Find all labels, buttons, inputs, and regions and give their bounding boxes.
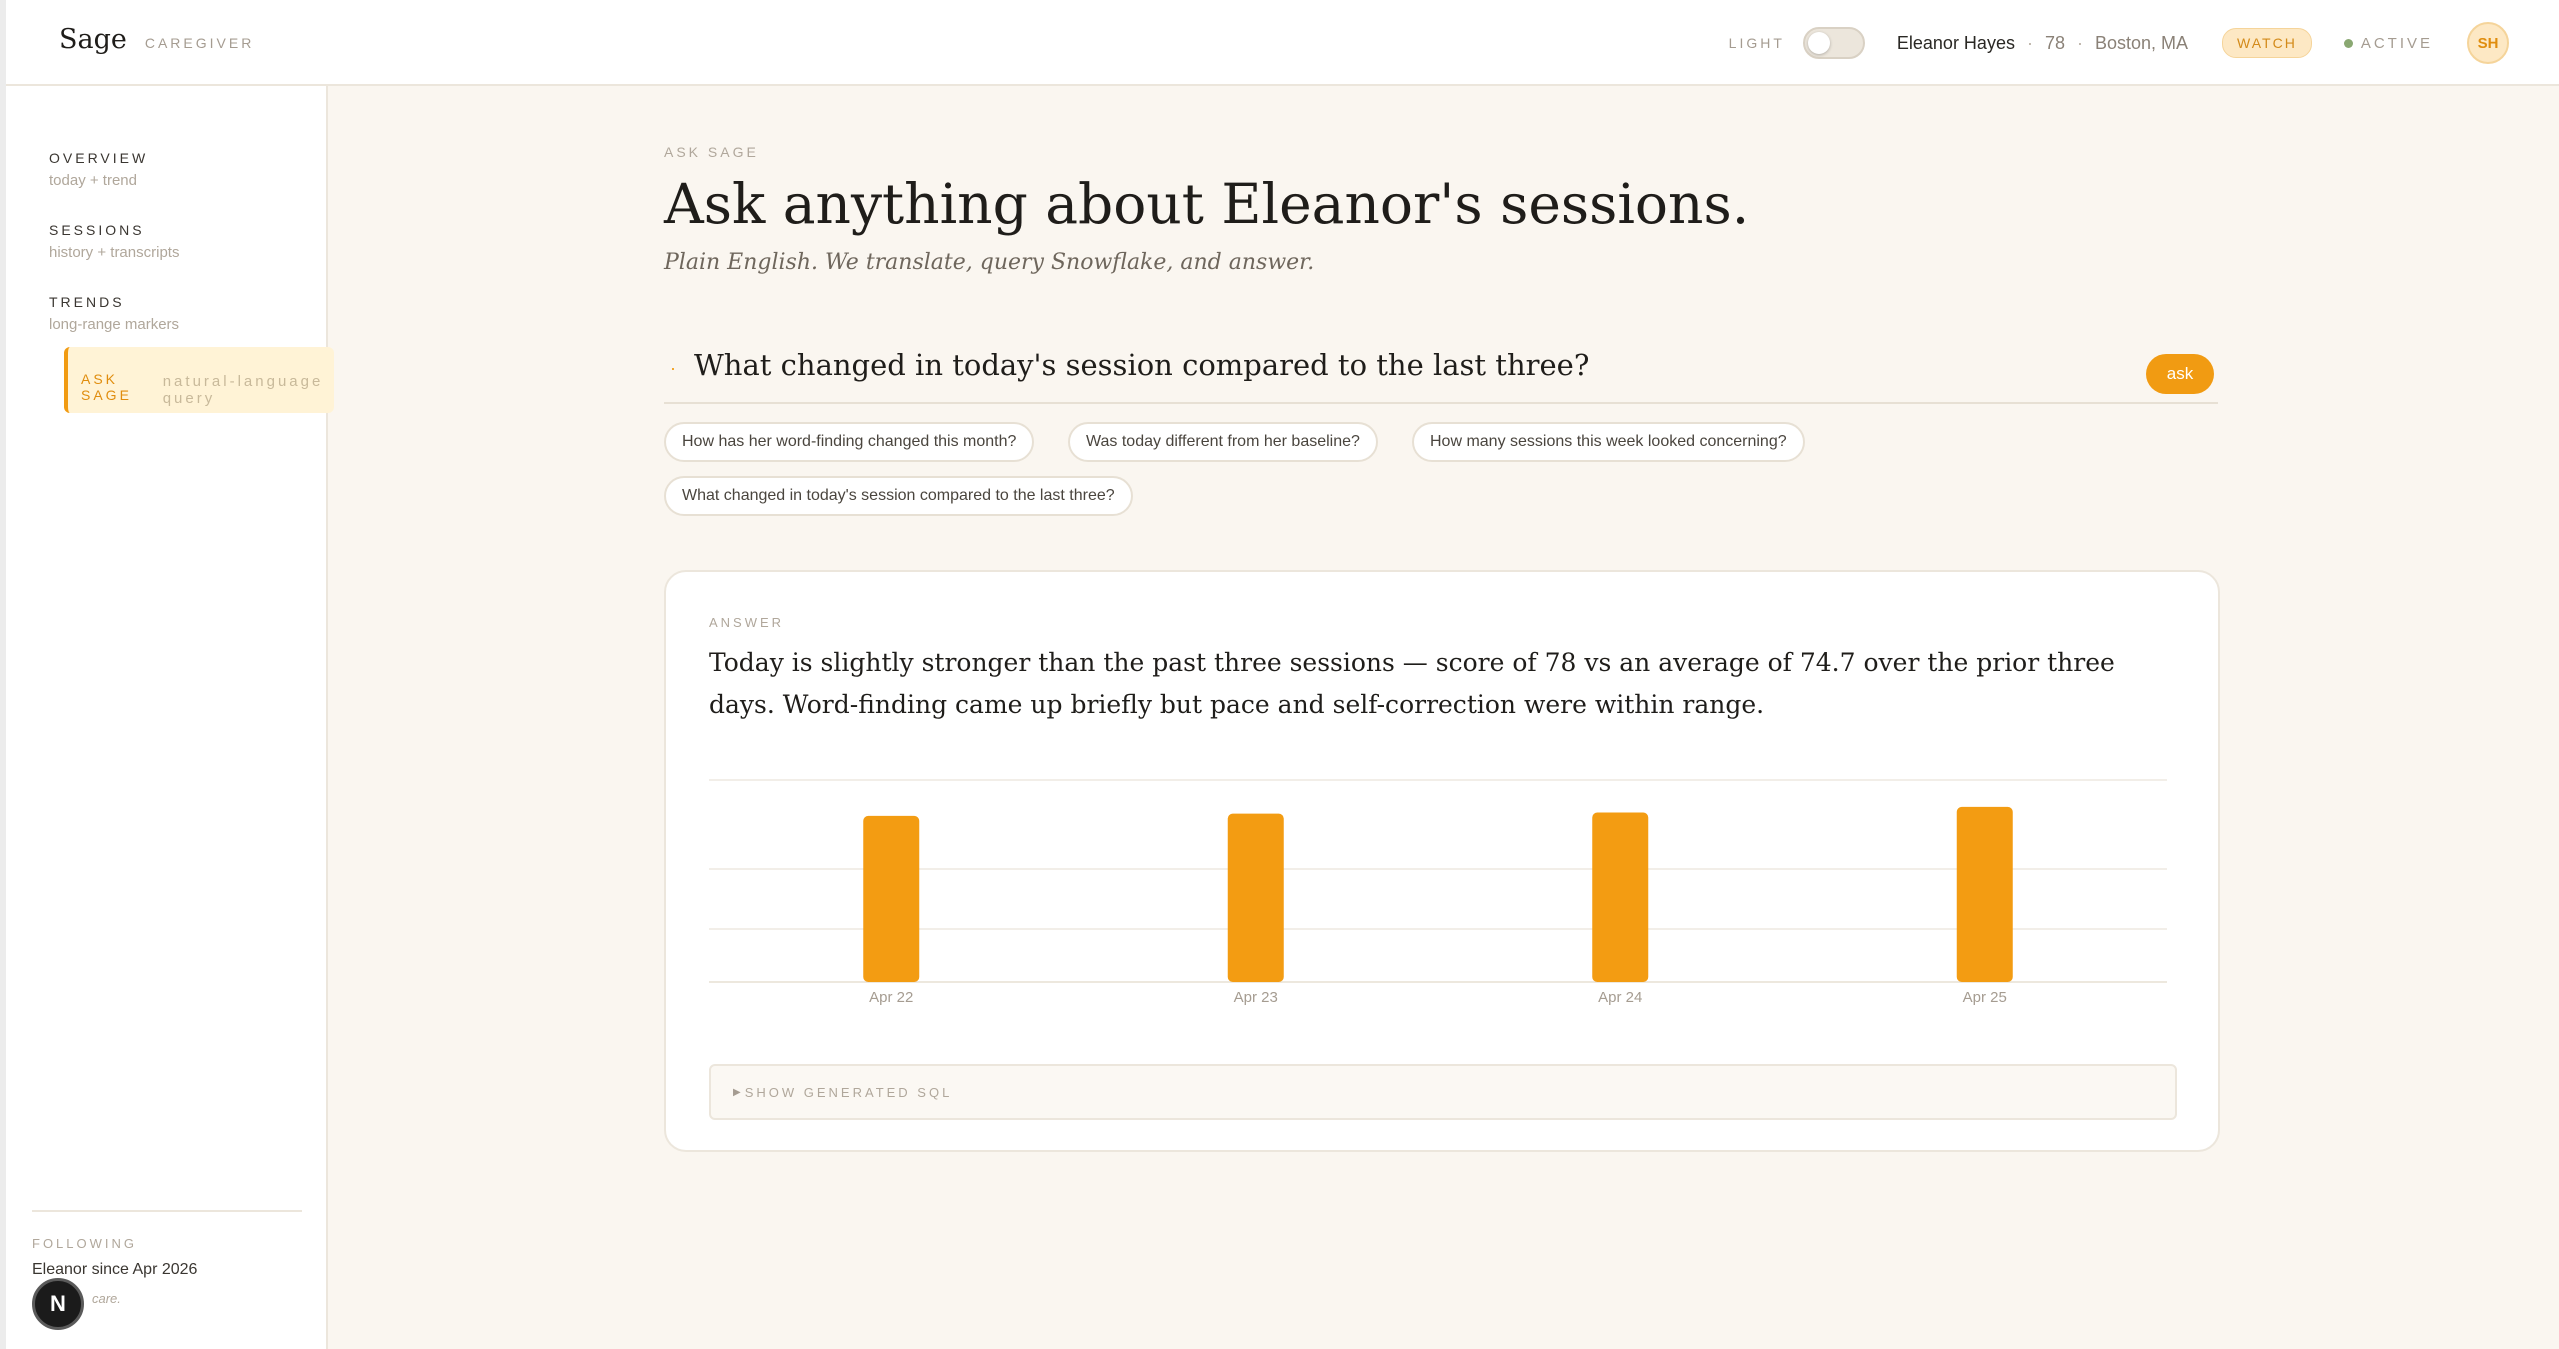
sidebar-item-trends[interactable]: TRENDS long-range markers: [32, 280, 302, 346]
patient-location: Boston, MA: [2095, 32, 2189, 53]
sidebar-item-subtitle: today + trend: [49, 172, 137, 189]
header-right: LIGHT Eleanor Hayes · 78 · Boston, MA WA…: [1729, 0, 2509, 86]
x-tick-label: Apr 22: [869, 989, 913, 1006]
show-sql-toggle[interactable]: ▶ SHOW GENERATED SQL: [709, 1064, 2177, 1120]
sidebar-divider: [32, 1210, 302, 1212]
app-window: Sage CAREGIVER LIGHT Eleanor Hayes · 78 …: [6, 0, 2559, 1349]
query-bullet-icon: ·: [670, 358, 676, 378]
toggle-knob: [1807, 32, 1830, 54]
status-dot-icon: [2343, 38, 2353, 48]
chart-bar[interactable]: [1227, 813, 1284, 982]
chart-bar[interactable]: [1956, 806, 2013, 982]
session-score-chart: Apr 22 Apr 23 Apr 24 Apr 25: [709, 779, 2167, 1006]
sidebar-item-subtitle: history + transcripts: [49, 244, 180, 261]
sidebar-item-title: ASK SAGE: [81, 371, 132, 403]
sidebar-item-sessions[interactable]: SESSIONS history + transcripts: [32, 208, 302, 274]
patient-age: 78: [2044, 32, 2065, 53]
answer-card: ANSWER Today is slightly stronger than t…: [664, 570, 2220, 1152]
suggestion-chip[interactable]: Was today different from her baseline?: [1068, 422, 1378, 462]
suggestion-chip[interactable]: What changed in today's session compared…: [664, 476, 1133, 516]
brand-subtitle: CAREGIVER: [144, 35, 255, 51]
status-indicator: ACTIVE: [2343, 34, 2433, 52]
status-label: ACTIVE: [2360, 34, 2433, 52]
avatar[interactable]: SH: [2467, 22, 2509, 64]
sidebar-item-title: TRENDS: [49, 294, 125, 310]
query-input[interactable]: What changed in today's session compared…: [694, 348, 1589, 382]
answer-text: Today is slightly stronger than the past…: [709, 648, 2115, 719]
chart-bar[interactable]: [1592, 812, 1649, 982]
sidebar-item-ask-sage[interactable]: ASK SAGE natural-language query: [64, 347, 334, 413]
chart-bar[interactable]: [863, 815, 920, 982]
theme-label: LIGHT: [1728, 35, 1785, 51]
sidebar-item-title: SESSIONS: [49, 222, 145, 238]
sidebar: OVERVIEW today + trend SESSIONS history …: [6, 86, 334, 1349]
dev-tools-badge[interactable]: N: [32, 1278, 84, 1330]
theme-toggle[interactable]: [1802, 27, 1865, 59]
suggestion-chip[interactable]: How many sessions this week looked conce…: [1412, 422, 1805, 462]
show-sql-label: SHOW GENERATED SQL: [744, 1084, 953, 1100]
separator: ·: [2026, 32, 2033, 53]
page-subtitle: Plain English. We translate, query Snowf…: [664, 250, 1315, 275]
x-tick-label: Apr 25: [1963, 989, 2007, 1006]
brand[interactable]: Sage CAREGIVER: [59, 24, 254, 55]
top-bar: Sage CAREGIVER LIGHT Eleanor Hayes · 78 …: [6, 0, 2559, 86]
sidebar-item-subtitle: long-range markers: [49, 316, 180, 333]
sidebar-item-subtitle: natural-language query: [162, 373, 324, 407]
query-input-row[interactable]: · What changed in today's session compar…: [664, 340, 2218, 404]
page-title: Ask anything about Eleanor's sessions.: [664, 172, 1750, 236]
following-text: Eleanor since Apr 2026: [32, 1261, 198, 1278]
patient-name: Eleanor Hayes: [1896, 32, 2015, 53]
brand-name: Sage: [59, 24, 127, 55]
section-eyebrow: ASK SAGE: [664, 144, 759, 160]
suggestion-chip[interactable]: How has her word-finding changed this mo…: [664, 422, 1035, 462]
following-label: FOLLOWING: [32, 1236, 138, 1251]
separator: ·: [2077, 32, 2083, 53]
sidebar-item-overview[interactable]: OVERVIEW today + trend: [32, 136, 302, 202]
x-tick-label: Apr 23: [1234, 989, 1278, 1006]
watch-badge: WATCH: [2222, 28, 2312, 58]
x-tick-label: Apr 24: [1598, 989, 1642, 1006]
expand-triangle-icon: ▶: [733, 1086, 741, 1098]
answer-eyebrow: ANSWER: [709, 615, 785, 630]
ask-button[interactable]: ask: [2146, 354, 2214, 394]
sidebar-item-title: OVERVIEW: [49, 150, 149, 166]
